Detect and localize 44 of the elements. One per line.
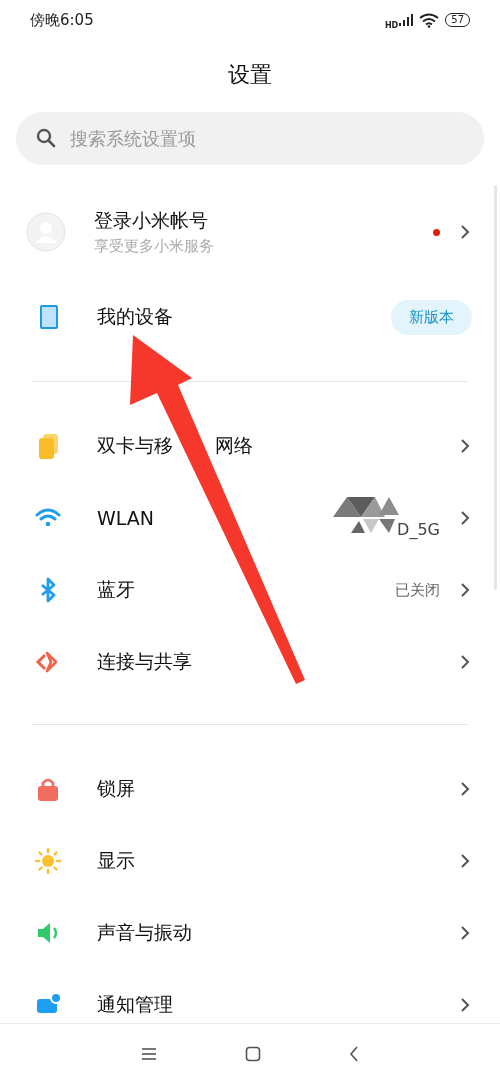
settings-row[interactable]: 我的设备 新版本 bbox=[0, 275, 500, 359]
setting-label: 连接与共享 bbox=[97, 649, 192, 674]
chevron-icon bbox=[460, 853, 470, 869]
search-field[interactable]: 搜索系统设置项 bbox=[16, 112, 484, 165]
setting-label: 声音与振动 bbox=[97, 920, 192, 945]
signal-icon bbox=[399, 14, 414, 26]
setting-label: 通知管理 bbox=[97, 992, 173, 1017]
status-time: 傍晚6:05 bbox=[30, 10, 94, 30]
account-title: 登录小米帐号 bbox=[94, 208, 209, 233]
settings-row[interactable]: 连接与共享 bbox=[0, 626, 500, 698]
search-icon bbox=[36, 128, 56, 148]
chevron-icon bbox=[460, 997, 470, 1013]
settings-row[interactable]: 锁屏 bbox=[0, 753, 500, 825]
setting-value: 已关闭 bbox=[395, 580, 440, 600]
settings-row[interactable]: 显示 bbox=[0, 825, 500, 897]
account-row[interactable]: 登录小米帐号 享受更多小米服务 bbox=[0, 189, 500, 275]
setting-label: 蓝牙 bbox=[97, 577, 135, 602]
back-icon[interactable] bbox=[349, 1046, 359, 1062]
chevron-icon bbox=[460, 654, 470, 670]
settings-row[interactable]: WLAN D_5G bbox=[0, 482, 500, 554]
settings-row[interactable]: 蓝牙 已关闭 bbox=[0, 554, 500, 626]
setting-label: 网络 bbox=[215, 433, 253, 458]
home-icon[interactable] bbox=[245, 1046, 261, 1062]
chevron-icon bbox=[460, 224, 470, 240]
chevron-icon bbox=[460, 582, 470, 598]
settings-row[interactable]: 声音与振动 bbox=[0, 897, 500, 969]
display-icon bbox=[34, 847, 62, 875]
page-title: 设置 bbox=[227, 61, 273, 89]
setting-label: 我的设备 bbox=[97, 304, 173, 329]
menu-icon[interactable] bbox=[141, 1047, 157, 1061]
chevron-icon bbox=[460, 781, 470, 797]
chevron-icon bbox=[460, 438, 470, 454]
setting-label: WLAN bbox=[97, 507, 155, 529]
setting-label: 显示 bbox=[97, 848, 135, 873]
chevron-icon bbox=[460, 925, 470, 941]
setting-label: 锁屏 bbox=[97, 776, 135, 801]
setting-label: 双卡与移 bbox=[97, 433, 173, 458]
settings-row[interactable]: 通知管理 bbox=[0, 969, 500, 1023]
chevron-icon bbox=[460, 510, 470, 526]
setting-value: D_5G bbox=[397, 519, 440, 539]
account-subtitle: 享受更多小米服务 bbox=[94, 237, 214, 256]
wifi-icon bbox=[419, 12, 440, 28]
avatar-icon bbox=[26, 212, 66, 252]
network-type: HD bbox=[384, 21, 399, 30]
